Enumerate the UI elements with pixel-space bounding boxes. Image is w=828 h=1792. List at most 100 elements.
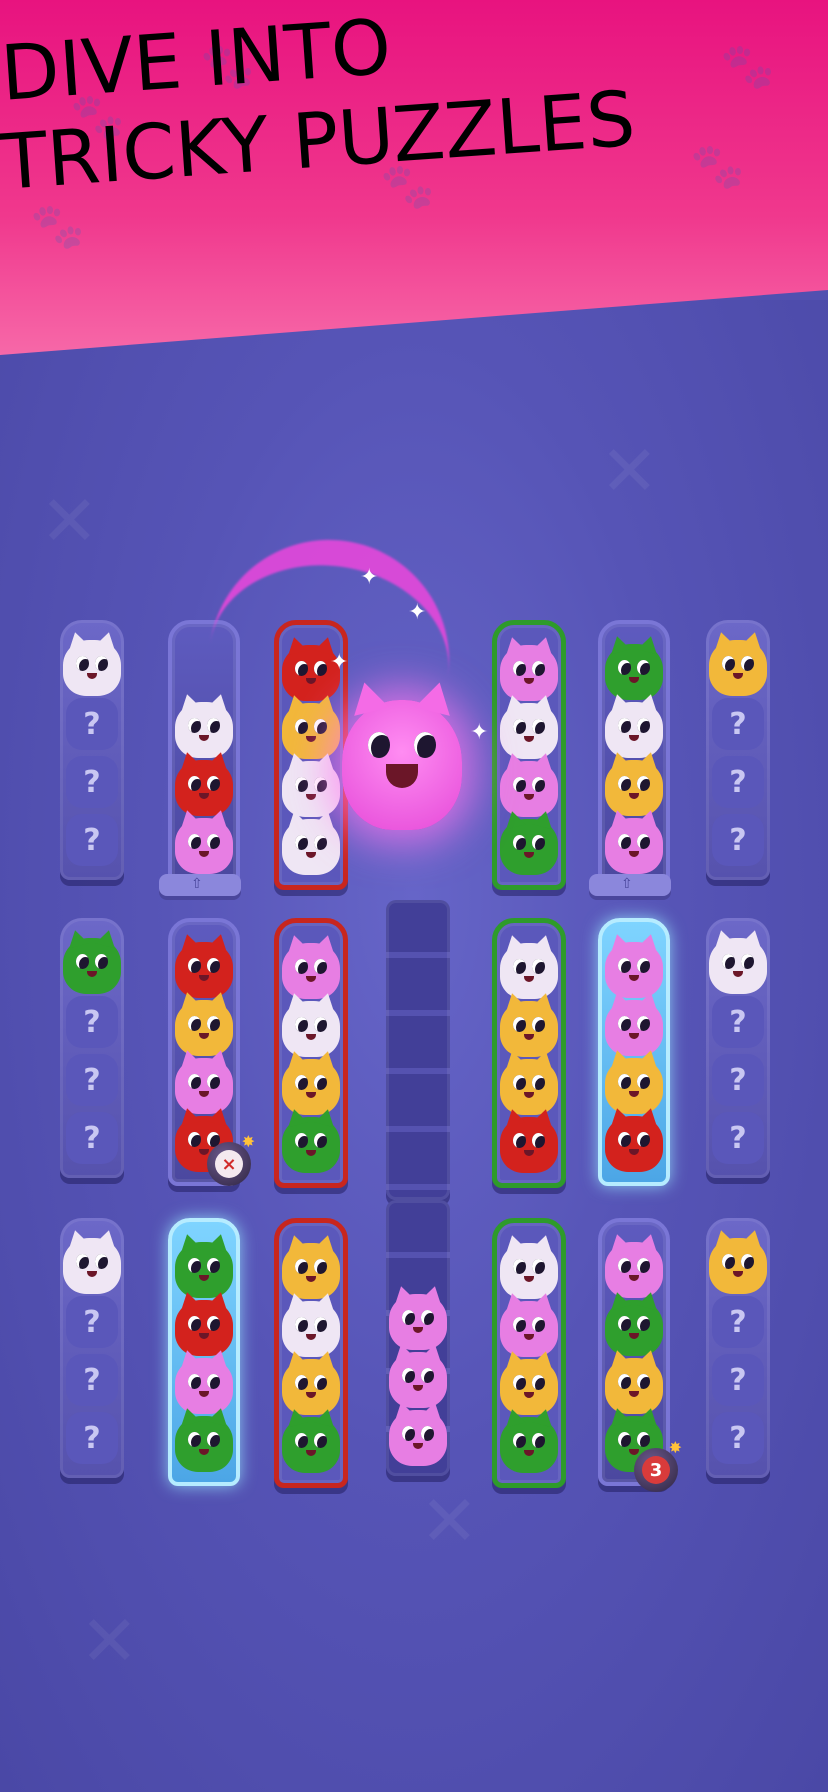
- tube-r2-c1[interactable]: ???: [60, 918, 124, 1178]
- cat-mouth: [306, 794, 316, 800]
- cat-eye: [618, 1316, 631, 1331]
- sparkle-icon: ✦: [330, 650, 349, 675]
- cat-mouth: [733, 673, 743, 679]
- cat-eye: [414, 732, 436, 758]
- mystery-slot: ?: [712, 1054, 764, 1106]
- cat-mouth: [306, 1392, 316, 1398]
- cat-pink: [605, 1000, 663, 1056]
- cat-pink: [605, 818, 663, 874]
- cat-eye: [618, 1432, 631, 1447]
- tube-r1-c5[interactable]: [492, 620, 566, 890]
- tube-r3-c6[interactable]: [598, 1218, 670, 1486]
- cat-mouth: [524, 1034, 534, 1040]
- cat-eye: [513, 1259, 526, 1274]
- cat-mouth: [306, 852, 316, 858]
- cat-mouth: [87, 1271, 97, 1277]
- cat-pink: [175, 818, 233, 874]
- tube-r2-c4[interactable]: [386, 900, 450, 1200]
- cat-pink: [605, 942, 663, 998]
- cat-green: [63, 938, 121, 994]
- cat-yellow: [500, 1359, 558, 1415]
- cat-eye: [295, 1433, 308, 1448]
- cat-eye: [637, 1316, 650, 1331]
- cat-eye: [637, 1258, 650, 1273]
- bomb-icon[interactable]: ✸ 3: [634, 1438, 682, 1492]
- tube-r3-c5[interactable]: [492, 1218, 566, 1488]
- cat-eye: [188, 776, 201, 791]
- cat-mouth: [199, 1449, 209, 1455]
- cat-eye: [637, 1432, 650, 1447]
- cat-mouth: [306, 1450, 316, 1456]
- cat-green: [605, 1300, 663, 1356]
- cat-eye: [188, 834, 201, 849]
- tube-r1-c7[interactable]: ???: [706, 620, 770, 880]
- cat-eye: [637, 660, 650, 675]
- cat-eye: [513, 1433, 526, 1448]
- cat-eye: [314, 1375, 327, 1390]
- tube-r3-c4[interactable]: [386, 1200, 450, 1476]
- cat-eye: [314, 1075, 327, 1090]
- tube-r2-c6[interactable]: [598, 918, 670, 1186]
- cat-eye: [188, 1258, 201, 1273]
- sparkle-icon: ✦: [408, 600, 427, 625]
- cat-mouth: [524, 1150, 534, 1156]
- cat-mouth: [199, 1333, 209, 1339]
- tube-r2-c3[interactable]: [274, 918, 348, 1188]
- cat-eye: [532, 1375, 545, 1390]
- cat-eye: [513, 719, 526, 734]
- cat-eye: [295, 1133, 308, 1148]
- cat-eye: [207, 1374, 220, 1389]
- cat-eye: [76, 1254, 89, 1269]
- tube-r3-c1[interactable]: ???: [60, 1218, 124, 1478]
- cat-pink: [500, 1301, 558, 1357]
- mystery-slot: ?: [66, 756, 118, 808]
- cat-eye: [188, 1432, 201, 1447]
- cat-eye: [188, 1374, 201, 1389]
- cat-white: [282, 819, 340, 875]
- cat-eye: [513, 1075, 526, 1090]
- cat-eye: [532, 661, 545, 676]
- mystery-slot: ?: [66, 1054, 118, 1106]
- cat-mouth: [87, 971, 97, 977]
- cat-eye: [207, 776, 220, 791]
- mystery-slot: ?: [712, 1112, 764, 1164]
- cat-mouth: [386, 764, 418, 788]
- cat-yellow: [709, 640, 767, 696]
- bomb-icon[interactable]: ✸ ×: [207, 1132, 255, 1186]
- cat-eye: [513, 661, 526, 676]
- cat-eye: [76, 656, 89, 671]
- mystery-slot: ?: [66, 698, 118, 750]
- tube-r3-c2[interactable]: [168, 1218, 240, 1486]
- cat-mouth: [306, 1276, 316, 1282]
- tube-stand: ⇧: [159, 874, 241, 896]
- fish-bone-icon: ✕: [40, 480, 99, 562]
- fuse-icon: ✸: [241, 1132, 255, 1151]
- cat-eye: [314, 959, 327, 974]
- mystery-slot: ?: [66, 1354, 118, 1406]
- up-arrow-icon: ⇧: [191, 876, 203, 892]
- cat-eye: [637, 776, 650, 791]
- cat-eye: [637, 1132, 650, 1147]
- cat-red: [175, 1300, 233, 1356]
- cat-red: [175, 760, 233, 816]
- tube-r2-c7[interactable]: ???: [706, 918, 770, 1178]
- fish-bone-icon: ✕: [80, 1600, 139, 1682]
- cat-mouth: [199, 1275, 209, 1281]
- cat-eye: [95, 1254, 108, 1269]
- cat-eye: [637, 1074, 650, 1089]
- cat-eye: [207, 1016, 220, 1031]
- cat-mouth: [306, 976, 316, 982]
- cat-pink: [389, 1294, 447, 1350]
- cat-mouth: [733, 971, 743, 977]
- cat-eye: [421, 1426, 434, 1441]
- tube-r1-c1[interactable]: ???: [60, 620, 124, 880]
- cat-mouth: [199, 1091, 209, 1097]
- tube-r2-c5[interactable]: [492, 918, 566, 1188]
- tube-r3-c7[interactable]: ???: [706, 1218, 770, 1478]
- fuse-icon: ✸: [668, 1438, 682, 1457]
- cat-eye: [513, 1317, 526, 1332]
- tube-r1-c6[interactable]: [598, 620, 670, 888]
- cat-mouth: [524, 976, 534, 982]
- tube-r3-c3[interactable]: [274, 1218, 348, 1488]
- cat-eye: [532, 1075, 545, 1090]
